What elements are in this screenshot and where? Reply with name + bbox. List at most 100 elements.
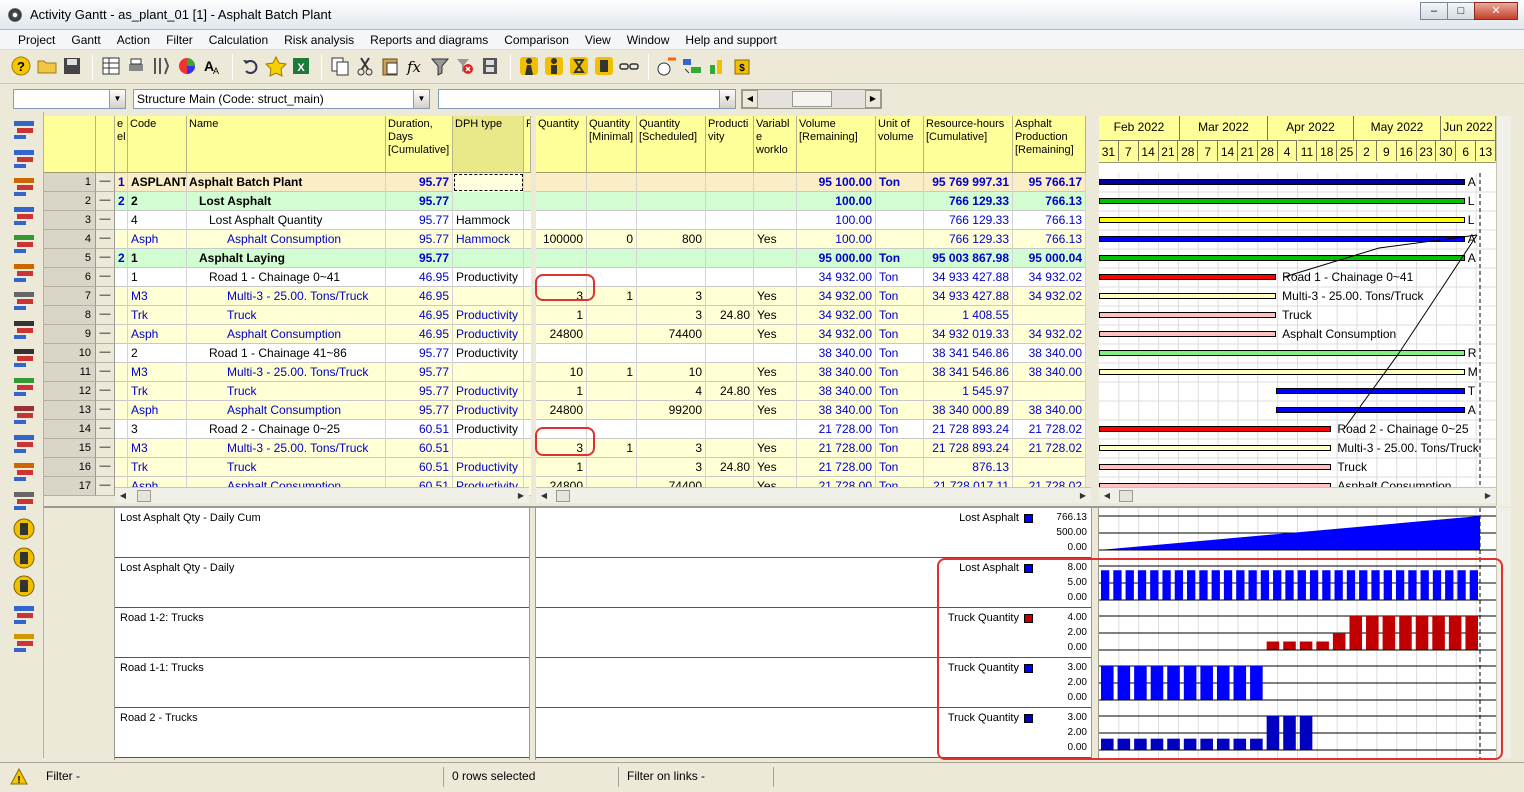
cell-lvl[interactable]	[115, 230, 128, 249]
gantt-view-icon[interactable]	[11, 118, 37, 142]
col-header-r[interactable]: R	[524, 116, 531, 173]
cell-unit[interactable]: Ton	[876, 458, 924, 477]
row-collapse-button[interactable]: —	[96, 401, 115, 420]
cell-prod[interactable]	[706, 211, 754, 230]
col-header-qty[interactable]: Quantity	[536, 116, 587, 173]
level-resources-icon[interactable]	[681, 55, 703, 77]
cell-rh[interactable]: 21 728 893.24	[924, 439, 1013, 458]
cost-sheet-icon[interactable]	[11, 289, 37, 313]
right-hscrollbar[interactable]: ◀ ▶	[536, 487, 1091, 503]
cell-vol[interactable]: 34 932.00	[797, 325, 876, 344]
cell-qty[interactable]: 24800	[536, 325, 587, 344]
cell-dur[interactable]: 95.77	[386, 249, 453, 268]
gantt-hscrollbar[interactable]: ◀ ▶	[1099, 487, 1496, 503]
cell-name[interactable]: Truck	[187, 382, 386, 401]
cell-qmin[interactable]	[587, 401, 637, 420]
row-collapse-button[interactable]: —	[96, 306, 115, 325]
cell-vol[interactable]: 21 728.00	[797, 458, 876, 477]
cell-prod[interactable]: 24.80	[706, 382, 754, 401]
cell-code[interactable]: Asph	[128, 325, 187, 344]
cell-lvl[interactable]	[115, 401, 128, 420]
table-row[interactable]: 1 3 24.80 Yes 21 728.00 Ton 876.13	[536, 458, 1086, 477]
filter-icon[interactable]	[429, 55, 451, 77]
table-row[interactable]: 3 1 3 Yes 21 728.00 Ton 21 728 893.24 21 728.02	[536, 439, 1086, 458]
cell-vol[interactable]: 38 340.00	[797, 363, 876, 382]
hourglass-icon[interactable]	[568, 55, 590, 77]
row-collapse-button[interactable]: —	[96, 458, 115, 477]
col-header-name[interactable]: Name	[187, 116, 386, 173]
col-header-level[interactable]: e el	[115, 116, 128, 173]
print-icon[interactable]	[125, 55, 147, 77]
cell-prod[interactable]	[706, 363, 754, 382]
row-collapse-button[interactable]: —	[96, 439, 115, 458]
gantt-bar[interactable]	[1099, 445, 1332, 451]
cell-name[interactable]: Truck	[187, 458, 386, 477]
cell-dph[interactable]: Productivity	[453, 382, 524, 401]
cell-vol[interactable]: 34 932.00	[797, 306, 876, 325]
row-number[interactable]: 8	[44, 306, 96, 325]
key-icon[interactable]	[11, 631, 37, 655]
cell-dur[interactable]: 46.95	[386, 287, 453, 306]
cell-rh[interactable]: 34 933 427.88	[924, 268, 1013, 287]
cell-dur[interactable]: 95.77	[386, 192, 453, 211]
money-icon[interactable]: $	[731, 55, 753, 77]
cell-vol[interactable]: 38 340.00	[797, 344, 876, 363]
cell-rh[interactable]: 34 932 019.33	[924, 325, 1013, 344]
cell-prod[interactable]	[706, 268, 754, 287]
table-row[interactable]: 4— Asph Asphalt Consumption 95.77 Hammock	[44, 230, 531, 249]
cell-name[interactable]: Asphalt Batch Plant	[187, 173, 386, 192]
row-number[interactable]: 4	[44, 230, 96, 249]
cell-qsch[interactable]: 3	[637, 306, 706, 325]
cell-asp[interactable]: 38 340.00	[1013, 344, 1086, 363]
cell-qty[interactable]: 1	[536, 458, 587, 477]
cell-var[interactable]: Yes	[754, 401, 797, 420]
cell-code[interactable]: 1	[128, 268, 187, 287]
cell-code[interactable]: Trk	[128, 306, 187, 325]
undo-icon[interactable]	[240, 55, 262, 77]
cell-asp[interactable]: 21 728.02	[1013, 439, 1086, 458]
cell-var[interactable]	[754, 268, 797, 287]
row-collapse-button[interactable]: —	[96, 344, 115, 363]
cell-code[interactable]: M3	[128, 439, 187, 458]
menu-view[interactable]: View	[577, 30, 619, 49]
cell-qsch[interactable]	[637, 420, 706, 439]
cell-qmin[interactable]	[587, 325, 637, 344]
cell-name[interactable]: Road 2 - Chainage 0~25	[187, 420, 386, 439]
col-header-qty-sched[interactable]: Quantity [Scheduled]	[637, 116, 706, 173]
cell-code[interactable]: 4	[128, 211, 187, 230]
cell-var[interactable]: Yes	[754, 439, 797, 458]
cell-dur[interactable]: 60.51	[386, 439, 453, 458]
row-number[interactable]: 7	[44, 287, 96, 306]
gantt-bar[interactable]	[1276, 407, 1465, 413]
gantt-bar[interactable]	[1099, 179, 1465, 185]
menu-gantt[interactable]: Gantt	[63, 30, 108, 49]
cell-qty[interactable]	[536, 192, 587, 211]
cell-name[interactable]: Asphalt Consumption	[187, 325, 386, 344]
cell-unit[interactable]: Ton	[876, 173, 924, 192]
cell-prod[interactable]	[706, 401, 754, 420]
maximize-button[interactable]: □	[1447, 2, 1475, 20]
left-hscrollbar[interactable]: ◀ ▶	[115, 487, 529, 503]
table-row[interactable]: 10 1 10 Yes 38 340.00 Ton 38 341 546.86 38 340.…	[536, 363, 1086, 382]
cell-dph[interactable]: Productivity	[453, 420, 524, 439]
menu-project[interactable]: Project	[10, 30, 63, 49]
scroll-right-icon[interactable]: ▶	[865, 90, 881, 108]
slider-thumb[interactable]	[792, 91, 832, 107]
col-header-variable[interactable]: Variabl e worklo	[754, 116, 797, 173]
cell-prod[interactable]	[706, 344, 754, 363]
table-row[interactable]: 100.00 766 129.33 766.13	[536, 211, 1086, 230]
gantt-bar[interactable]	[1099, 350, 1465, 356]
cell-rh[interactable]: 1 408.55	[924, 306, 1013, 325]
cell-dur[interactable]: 60.51	[386, 420, 453, 439]
row-number[interactable]: 11	[44, 363, 96, 382]
cell-rh[interactable]: 95 769 997.31	[924, 173, 1013, 192]
cell-dur[interactable]: 95.77	[386, 230, 453, 249]
col-header-dph[interactable]: DPH type	[453, 116, 524, 173]
table-row[interactable]: 1 4 24.80 Yes 38 340.00 Ton 1 545.97	[536, 382, 1086, 401]
people-icon[interactable]	[11, 204, 37, 228]
cell-lvl[interactable]	[115, 382, 128, 401]
row-number[interactable]: 9	[44, 325, 96, 344]
cell-lvl[interactable]: 2	[115, 192, 128, 211]
cell-unit[interactable]: Ton	[876, 325, 924, 344]
cell-prod[interactable]	[706, 249, 754, 268]
